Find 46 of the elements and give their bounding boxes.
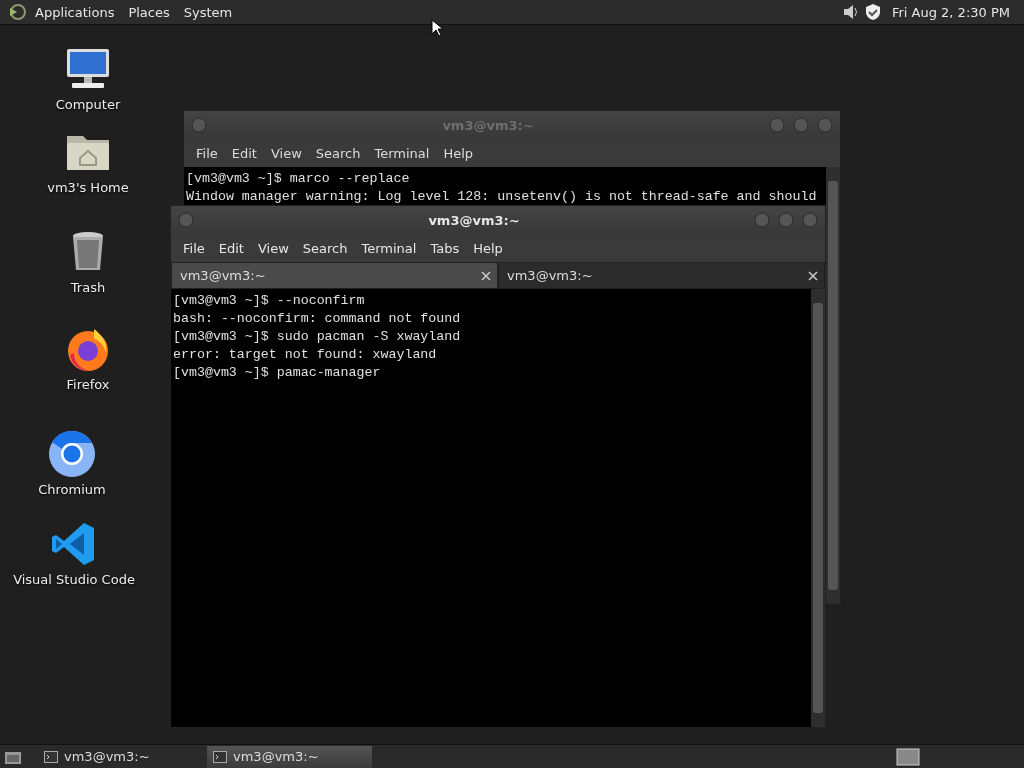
- terminal-line: error: target not found: xwayland: [173, 346, 438, 364]
- terminal-icon: [44, 750, 58, 763]
- desktop-icon-label[interactable]: Chromium: [38, 482, 106, 497]
- panel-menu[interactable]: Applications: [30, 2, 120, 22]
- shield-icon[interactable]: [863, 3, 882, 21]
- close-tab-icon[interactable]: [806, 270, 820, 281]
- desktop-icon-label[interactable]: Firefox: [66, 377, 110, 392]
- tab-label: vm3@vm3:~: [180, 268, 266, 283]
- terminal-tab[interactable]: vm3@vm3:~: [171, 262, 498, 289]
- menu-item[interactable]: Help: [467, 238, 509, 258]
- tab-label: vm3@vm3:~: [507, 268, 593, 283]
- close-button[interactable]: [801, 211, 819, 229]
- panel-menu[interactable]: Places: [123, 2, 175, 22]
- terminal-line: Window manager warning: Log level 128: unsetenv() is not thread-safe and should: [186, 188, 818, 206]
- workspace-switcher-icon[interactable]: [896, 746, 920, 767]
- taskbar-button[interactable]: vm3@vm3:~: [207, 745, 372, 768]
- terminal-tab[interactable]: vm3@vm3:~: [498, 262, 825, 289]
- menu-item[interactable]: Edit: [212, 238, 250, 258]
- menu-item[interactable]: View: [251, 238, 295, 258]
- terminal-line: [vm3@vm3 ~]$ marco --replace: [186, 170, 411, 188]
- desktop-icon-label[interactable]: vm3's Home: [47, 180, 129, 195]
- menu-item[interactable]: File: [177, 238, 211, 258]
- mouse-pointer-icon: [431, 19, 443, 37]
- menu-item[interactable]: Search: [296, 238, 354, 258]
- terminal-line: [vm3@vm3 ~]$ --noconfirm: [173, 292, 366, 310]
- desktop-icon-label[interactable]: Trash: [70, 280, 106, 295]
- terminal-icon: [213, 750, 227, 763]
- taskbar-button[interactable]: vm3@vm3:~: [38, 745, 203, 768]
- minimize-button[interactable]: [753, 211, 771, 229]
- window-title: vm3@vm3:~: [427, 212, 521, 228]
- terminal-line: [vm3@vm3 ~]$ pamac-manager: [173, 364, 382, 382]
- terminal-line: [vm3@vm3 ~]$ sudo pacman -S xwayland: [173, 328, 462, 346]
- menu-item[interactable]: Tabs: [424, 238, 466, 258]
- speaker-icon[interactable]: [841, 3, 860, 21]
- desktop-icon-label[interactable]: Visual Studio Code: [13, 572, 135, 587]
- panel-menu[interactable]: System: [178, 2, 238, 22]
- window-menu-button[interactable]: [177, 211, 195, 229]
- terminal-line: bash: --noconfirm: command not found: [173, 310, 462, 328]
- menu-item[interactable]: Terminal: [355, 238, 423, 258]
- menu-logo-icon[interactable]: [8, 3, 26, 21]
- desktop-icon-label[interactable]: Computer: [55, 97, 121, 112]
- maximize-button[interactable]: [777, 211, 795, 229]
- scrollbar[interactable]: [811, 289, 825, 727]
- close-tab-icon[interactable]: [479, 270, 493, 281]
- chromium-icon: [48, 430, 96, 478]
- clock[interactable]: Fri Aug 2, 2:30 PM: [885, 4, 1016, 20]
